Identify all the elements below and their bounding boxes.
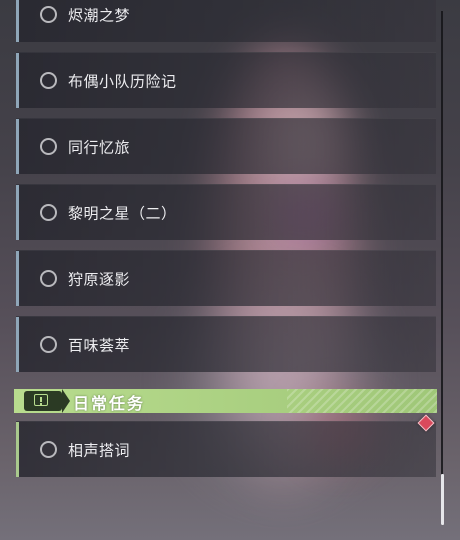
header-notch-decoration <box>62 389 70 413</box>
daily-quest-item[interactable]: 相声搭词 <box>16 421 436 477</box>
quest-accent-bar <box>16 185 19 240</box>
quest-accent-bar <box>16 0 19 42</box>
quest-list: 烬潮之梦 布偶小队历险记 同行忆旅 黎明之星（二） 狩原逐影 百味荟萃 日常任务… <box>0 0 440 540</box>
quest-label: 狩原逐影 <box>68 270 131 288</box>
section-title: 日常任务 <box>73 394 146 413</box>
notice-icon <box>24 391 62 411</box>
quest-item[interactable]: 黎明之星（二） <box>16 184 436 240</box>
quest-item[interactable]: 狩原逐影 <box>16 250 436 306</box>
quest-item[interactable]: 同行忆旅 <box>16 118 436 174</box>
quest-label: 相声搭词 <box>68 441 131 459</box>
quest-status-radio-icon[interactable] <box>40 270 57 287</box>
quest-accent-bar <box>16 422 19 477</box>
quest-panel: 烬潮之梦 布偶小队历险记 同行忆旅 黎明之星（二） 狩原逐影 百味荟萃 日常任务… <box>0 0 460 540</box>
quest-status-radio-icon[interactable] <box>40 138 57 155</box>
quest-item[interactable]: 烬潮之梦 <box>16 0 436 42</box>
quest-accent-bar <box>16 251 19 306</box>
quest-accent-bar <box>16 317 19 372</box>
quest-accent-bar <box>16 119 19 174</box>
quest-label: 百味荟萃 <box>68 336 131 354</box>
header-hatch-decoration <box>287 389 437 413</box>
quest-accent-bar <box>16 53 19 108</box>
exclamation-icon <box>34 394 48 406</box>
quest-item[interactable]: 百味荟萃 <box>16 316 436 372</box>
quest-label: 黎明之星（二） <box>68 204 177 222</box>
scrollbar-track[interactable] <box>441 11 443 525</box>
quest-status-radio-icon[interactable] <box>40 204 57 221</box>
quest-label: 烬潮之梦 <box>68 6 131 24</box>
quest-status-radio-icon[interactable] <box>40 72 57 89</box>
quest-status-radio-icon[interactable] <box>40 336 57 353</box>
quest-status-radio-icon[interactable] <box>40 6 57 23</box>
quest-status-radio-icon[interactable] <box>40 441 57 458</box>
daily-quests-section-header[interactable]: 日常任务 <box>14 389 437 413</box>
quest-label: 布偶小队历险记 <box>68 72 177 90</box>
scrollbar-thumb[interactable] <box>441 474 444 525</box>
quest-label: 同行忆旅 <box>68 138 131 156</box>
quest-item[interactable]: 布偶小队历险记 <box>16 52 436 108</box>
